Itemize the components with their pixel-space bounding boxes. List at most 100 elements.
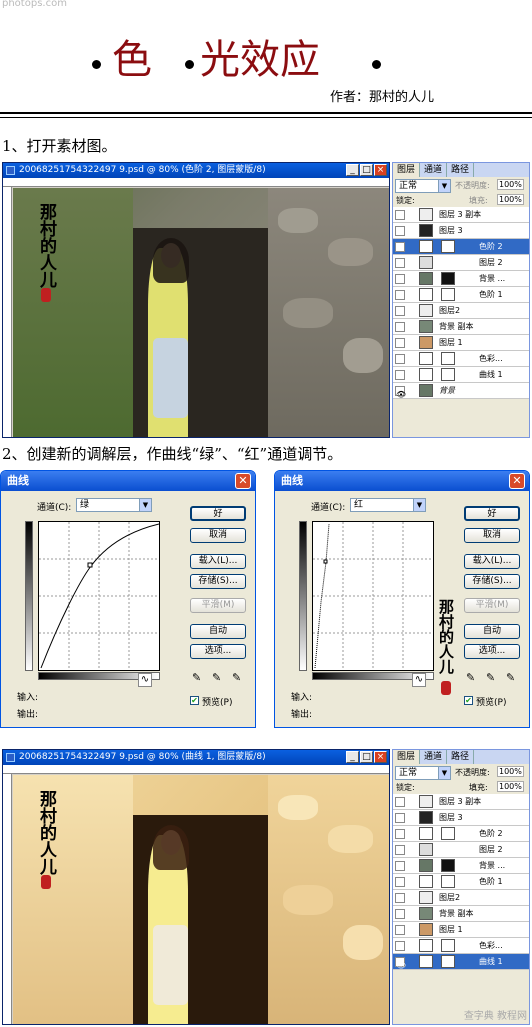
tab-paths[interactable]: 路径 bbox=[447, 163, 475, 177]
ps-document-window-2: 20068251754322497 9.psd @ 80% (曲线 1, 图层蒙… bbox=[2, 749, 390, 1025]
layer-row[interactable]: 色阶 2 bbox=[393, 239, 529, 255]
signature-mark: 那村的人儿 bbox=[437, 599, 455, 674]
layer-row[interactable]: 图层2 bbox=[393, 890, 529, 906]
layers-panel-2: 图层 通道 路径 正常 ▼ 不透明度: 100% 锁定: 填充: 100% 图层 … bbox=[392, 749, 530, 1025]
photo-canvas[interactable] bbox=[13, 188, 389, 437]
close-button[interactable]: ✕ bbox=[235, 473, 251, 489]
cancel-button[interactable]: 取消 bbox=[190, 528, 246, 543]
window-titlebar[interactable]: 20068251754322497 9.psd @ 80% (色阶 2, 图层蒙… bbox=[3, 163, 389, 178]
curves-graph[interactable] bbox=[38, 521, 160, 671]
bottom-watermark: 查字典 教程网 bbox=[463, 1011, 527, 1022]
layer-row[interactable]: 色阶 1 bbox=[393, 287, 529, 303]
preview-label: 预览(P) bbox=[476, 698, 507, 708]
dialog-title: 曲线 bbox=[281, 474, 303, 487]
curve-tool-icon[interactable]: ∿ bbox=[412, 673, 426, 687]
preview-checkbox[interactable]: ✔ bbox=[190, 696, 199, 705]
blend-mode-select[interactable]: 正常 ▼ bbox=[395, 766, 451, 780]
layer-row[interactable]: 色阶 2 bbox=[393, 826, 529, 842]
layer-row[interactable]: 曲线 1 bbox=[393, 367, 529, 383]
load-button[interactable]: 载入(L)... bbox=[190, 554, 246, 569]
title-bullet bbox=[92, 60, 101, 69]
photoshop-icon bbox=[6, 753, 15, 762]
load-button[interactable]: 载入(L)... bbox=[464, 554, 520, 569]
layer-row[interactable]: 图层 3 副本 bbox=[393, 207, 529, 223]
layer-row[interactable]: 👁 背景 bbox=[393, 383, 529, 399]
tab-paths[interactable]: 路径 bbox=[447, 750, 475, 764]
options-button[interactable]: 选项... bbox=[464, 644, 520, 659]
layer-row[interactable]: 图层 2 bbox=[393, 842, 529, 858]
tab-layers[interactable]: 图层 bbox=[393, 163, 421, 177]
cancel-button[interactable]: 取消 bbox=[464, 528, 520, 543]
gray-eyedropper-icon[interactable]: ✎ bbox=[212, 671, 221, 684]
blend-mode-select[interactable]: 正常 ▼ bbox=[395, 179, 451, 193]
photo-canvas[interactable] bbox=[13, 775, 389, 1024]
layer-row[interactable]: 色彩... bbox=[393, 351, 529, 367]
layer-row[interactable]: 图层 1 bbox=[393, 335, 529, 351]
tab-channels[interactable]: 通道 bbox=[420, 163, 448, 177]
fill-input[interactable]: 100% bbox=[497, 194, 524, 205]
layer-row[interactable]: 背景 ... bbox=[393, 271, 529, 287]
channel-select[interactable]: 红 ▼ bbox=[350, 498, 426, 512]
layer-row[interactable]: 图层 1 bbox=[393, 922, 529, 938]
auto-button[interactable]: 自动 bbox=[464, 624, 520, 639]
smooth-button[interactable]: 平滑(M) bbox=[464, 598, 520, 613]
layer-row[interactable]: 图层 3 bbox=[393, 810, 529, 826]
layer-row[interactable]: 图层 3 副本 bbox=[393, 794, 529, 810]
white-eyedropper-icon[interactable]: ✎ bbox=[232, 671, 241, 684]
layer-row[interactable]: 👁 曲线 1 bbox=[393, 954, 529, 970]
opacity-input[interactable]: 100% bbox=[497, 179, 524, 190]
smooth-button[interactable]: 平滑(M) bbox=[190, 598, 246, 613]
close-button[interactable]: ✕ bbox=[509, 473, 525, 489]
white-eyedropper-icon[interactable]: ✎ bbox=[506, 671, 515, 684]
window-titlebar[interactable]: 20068251754322497 9.psd @ 80% (曲线 1, 图层蒙… bbox=[3, 750, 389, 765]
close-button[interactable]: × bbox=[374, 164, 387, 176]
vertical-ruler bbox=[3, 187, 12, 437]
layer-row[interactable]: 背景 副本 bbox=[393, 319, 529, 335]
output-label: 输出: bbox=[17, 710, 39, 720]
divider bbox=[0, 117, 532, 118]
maximize-button[interactable]: □ bbox=[360, 164, 373, 176]
dialog-title: 曲线 bbox=[7, 474, 29, 487]
curve-tool-icon[interactable]: ∿ bbox=[138, 673, 152, 687]
title-char-4: 应 bbox=[280, 37, 320, 83]
save-button[interactable]: 存储(S)... bbox=[464, 574, 520, 589]
step-1-text: 1、打开素材图。 bbox=[2, 137, 117, 155]
layer-row[interactable]: 色彩... bbox=[393, 938, 529, 954]
opacity-label: 不透明度: bbox=[455, 181, 490, 190]
opacity-label: 不透明度: bbox=[455, 768, 490, 777]
maximize-button[interactable]: □ bbox=[360, 751, 373, 763]
layer-row[interactable]: 图层2 bbox=[393, 303, 529, 319]
black-eyedropper-icon[interactable]: ✎ bbox=[192, 671, 201, 684]
signature-mark: 那村的人儿 bbox=[36, 790, 56, 875]
page-title: 色 光 效 应 bbox=[0, 38, 532, 88]
gray-eyedropper-icon[interactable]: ✎ bbox=[486, 671, 495, 684]
tab-channels[interactable]: 通道 bbox=[420, 750, 448, 764]
horizontal-ruler bbox=[3, 178, 389, 187]
minimize-button[interactable]: _ bbox=[346, 751, 359, 763]
layer-row[interactable]: 背景 ... bbox=[393, 858, 529, 874]
channel-select[interactable]: 绿 ▼ bbox=[76, 498, 152, 512]
opacity-input[interactable]: 100% bbox=[497, 766, 524, 777]
window-title: 20068251754322497 9.psd @ 80% (曲线 1, 图层蒙… bbox=[19, 752, 266, 762]
save-button[interactable]: 存储(S)... bbox=[190, 574, 246, 589]
curves-dialog-red: 曲线 ✕ 通道(C): 红 ▼ 输入: 输出: ∿ 那村的人儿 好 取消 载入(L)… bbox=[274, 470, 530, 728]
minimize-button[interactable]: _ bbox=[346, 164, 359, 176]
preview-checkbox[interactable]: ✔ bbox=[464, 696, 473, 705]
layer-row[interactable]: 图层 2 bbox=[393, 255, 529, 271]
ok-button[interactable]: 好 bbox=[464, 506, 520, 521]
options-button[interactable]: 选项... bbox=[190, 644, 246, 659]
layer-row[interactable]: 色阶 1 bbox=[393, 874, 529, 890]
black-eyedropper-icon[interactable]: ✎ bbox=[466, 671, 475, 684]
ok-button[interactable]: 好 bbox=[190, 506, 246, 521]
lock-label: 锁定: bbox=[396, 196, 415, 205]
close-button[interactable]: × bbox=[374, 751, 387, 763]
curves-graph[interactable] bbox=[312, 521, 434, 671]
author-line: 作者：那村的人儿 bbox=[330, 90, 435, 105]
divider bbox=[0, 112, 532, 114]
fill-input[interactable]: 100% bbox=[497, 781, 524, 792]
auto-button[interactable]: 自动 bbox=[190, 624, 246, 639]
fill-label: 填充: bbox=[469, 783, 488, 792]
tab-layers[interactable]: 图层 bbox=[393, 750, 421, 764]
layer-row[interactable]: 图层 3 bbox=[393, 223, 529, 239]
layer-row[interactable]: 背景 副本 bbox=[393, 906, 529, 922]
